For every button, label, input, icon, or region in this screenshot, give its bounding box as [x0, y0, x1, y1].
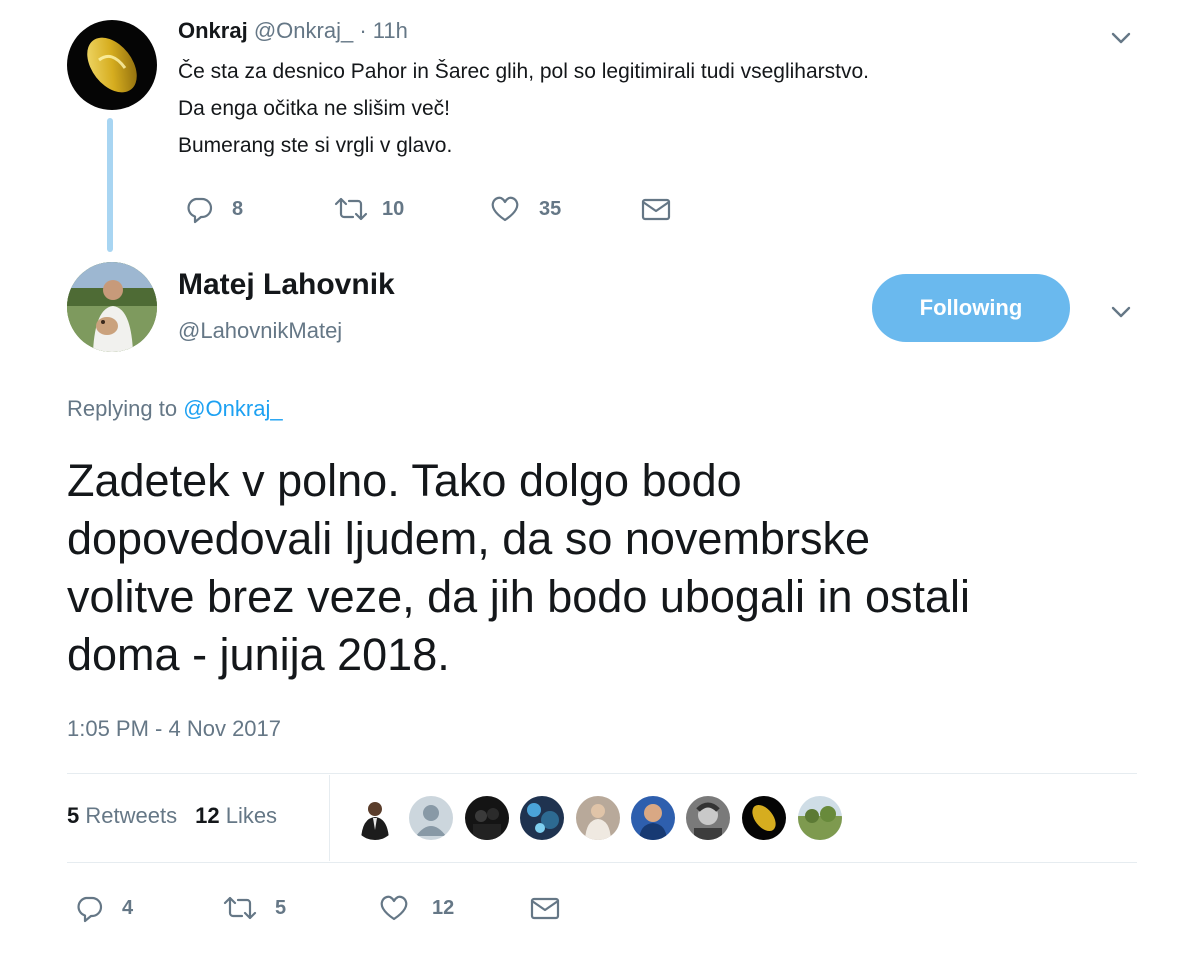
parent-tweet-line: Če sta za desnico Pahor in Šarec glih, p…: [178, 60, 870, 83]
thread-connector: [107, 118, 113, 252]
replying-to: Replying to @Onkraj_: [67, 396, 283, 422]
reply-icon: [74, 893, 104, 923]
liker-avatar[interactable]: [798, 796, 842, 840]
retweet-icon: [332, 194, 370, 224]
retweet-icon: [221, 893, 259, 923]
retweet-action[interactable]: 5: [221, 893, 286, 923]
divider: [67, 862, 1137, 863]
author-handle[interactable]: @LahovnikMatej: [178, 318, 342, 344]
parent-author-name[interactable]: Onkraj: [178, 18, 248, 43]
tweet-timestamp[interactable]: 1:05 PM - 4 Nov 2017: [67, 716, 281, 742]
liker-avatar[interactable]: [631, 796, 675, 840]
tweet-text-line: volitve brez veze, da jih bodo ubogali i…: [67, 571, 971, 622]
retweets-label: Retweets: [85, 803, 178, 828]
retweet-count: 5: [275, 896, 287, 919]
tweet-stats: 5 Retweets 12 Likes: [67, 803, 277, 829]
reply-count: 4: [122, 896, 134, 919]
chevron-down-icon[interactable]: [1106, 22, 1136, 52]
liker-avatar[interactable]: [686, 796, 730, 840]
like-icon: [378, 893, 410, 923]
likes-label: Likes: [225, 803, 278, 828]
tweet-text-line: Zadetek v polno. Tako dolgo bodo: [67, 455, 742, 506]
parent-retweet-count: 10: [382, 197, 405, 220]
tweet-text: Zadetek v polno. Tako dolgo bodo dopoved…: [67, 452, 1167, 684]
liker-avatar[interactable]: [520, 796, 564, 840]
likes-stat[interactable]: 12 Likes: [195, 803, 277, 828]
parent-like-count: 35: [539, 197, 562, 220]
chevron-down-icon[interactable]: [1106, 296, 1136, 326]
parent-tweet-header: Onkraj @Onkraj_ · 11h: [178, 18, 408, 44]
following-button[interactable]: Following: [872, 274, 1070, 342]
tweet-text-line: doma - junija 2018.: [67, 629, 450, 680]
retweets-stat[interactable]: 5 Retweets: [67, 803, 177, 828]
retweet-total: 5: [67, 803, 80, 828]
liker-avatar[interactable]: [465, 796, 509, 840]
divider: [67, 773, 1137, 774]
like-icon: [489, 194, 521, 224]
parent-direct-message-action[interactable]: [640, 194, 672, 224]
like-action[interactable]: 12: [378, 893, 454, 923]
parent-like-action[interactable]: 35: [489, 194, 561, 224]
liker-avatar[interactable]: [742, 796, 786, 840]
parent-tweet-time[interactable]: 11h: [373, 18, 408, 43]
separator-dot: ·: [353, 18, 373, 43]
direct-message-action[interactable]: [529, 893, 561, 923]
liker-avatar[interactable]: [576, 796, 620, 840]
parent-reply-action[interactable]: 8: [184, 194, 243, 224]
parent-retweet-action[interactable]: 10: [332, 194, 404, 224]
liker-avatar[interactable]: [409, 796, 453, 840]
replying-to-link[interactable]: @Onkraj_: [183, 396, 282, 421]
message-icon: [640, 194, 672, 224]
onkraj-avatar[interactable]: [67, 20, 157, 110]
reply-icon: [184, 194, 214, 224]
author-name[interactable]: Matej Lahovnik: [178, 268, 395, 302]
matej-avatar[interactable]: [67, 262, 157, 352]
message-icon: [529, 893, 561, 923]
stats-divider: [329, 775, 330, 861]
liker-avatar[interactable]: [353, 796, 397, 840]
replying-prefix: Replying to: [67, 396, 178, 421]
parent-reply-count: 8: [232, 197, 244, 220]
parent-tweet-line: Bumerang ste si vrgli v glavo.: [178, 134, 453, 157]
like-total: 12: [195, 803, 220, 828]
parent-tweet-line: Da enga očitka ne slišim več!: [178, 97, 450, 120]
like-count: 12: [432, 896, 455, 919]
parent-author-handle[interactable]: @Onkraj_: [254, 18, 353, 43]
tweet-text-line: dopovedovali ljudem, da so novembrske: [67, 513, 870, 564]
reply-action[interactable]: 4: [74, 893, 133, 923]
